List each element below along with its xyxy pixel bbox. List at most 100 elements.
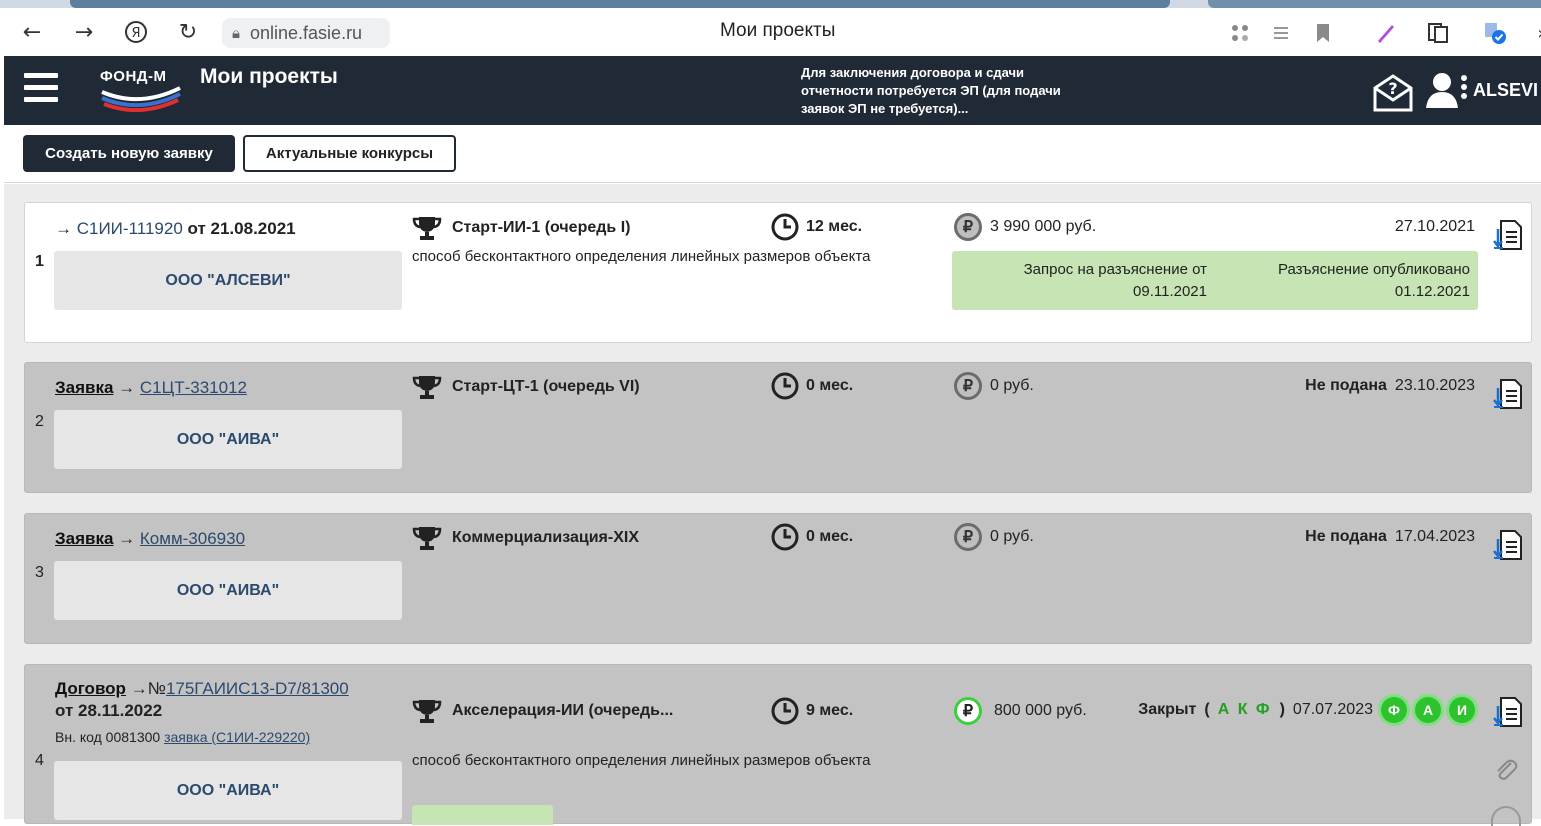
window-titlebar [0,0,1541,8]
reload-icon[interactable]: ↻ [172,16,204,48]
actual-contests-button[interactable]: Актуальные конкурсы [243,135,456,172]
organization-box[interactable]: ООО "АИВА" [54,561,402,620]
project-head: → С1ИИ-111920 от 21.08.2021 [55,219,296,239]
code-prefix: № [147,679,166,698]
clarification-request: Запрос на разъяснение от 09.11.2021 [1023,261,1207,300]
project-code-link[interactable]: 175ГАИИС13-D7/81300 [166,679,349,698]
browser-tab-strip[interactable] [70,0,1170,8]
project-code-link[interactable]: С1ИИ-111920 [77,219,183,238]
duration-value: 12 мес. [806,218,863,235]
project-status: Закрыт ( А К Ф ) 07.07.2023 Ф А И [1138,697,1475,723]
create-application-button[interactable]: Создать новую заявку [23,135,235,172]
contest: Старт-ЦТ-1 (очередь VI) [412,374,640,400]
help-mail-icon[interactable]: ? [1371,72,1415,112]
funding-amount: 0 руб. [990,528,1034,545]
internal-code: Вн. код 0081300 заявка (С1ИИ-229220) [55,729,310,745]
project-date: 23.10.2023 [1394,377,1475,394]
project-date: 27.10.2021 [1394,218,1475,235]
trophy-icon [412,217,442,240]
arrow: → [118,378,136,397]
status-label: Не подана [1305,528,1387,545]
trophy-icon [412,700,442,723]
clarification-box[interactable]: Запрос на разъяснение от 09.11.2021 Разъ… [952,251,1478,310]
project-card: 2 Заявка → С1ЦТ-331012 ООО "АИВА" Старт-… [24,362,1532,493]
organization-box[interactable]: ООО "АИВА" [54,410,402,469]
project-kind-link[interactable]: Заявка [55,378,113,397]
comment-icon[interactable] [1491,806,1521,826]
organization-box[interactable]: ООО "АИВА" [54,761,402,820]
lock-icon: 🔒︎ [232,24,240,42]
hamburger-menu-icon[interactable] [24,73,58,107]
clock-icon [771,523,799,551]
download-document-icon[interactable] [1493,219,1523,251]
collections-icon[interactable] [1425,20,1451,46]
badge-i[interactable]: И [1449,697,1475,723]
download-document-icon[interactable] [1493,378,1523,410]
project-code-link[interactable]: С1ЦТ-331012 [140,378,247,397]
project-status: Не подана 23.10.2023 [1305,377,1475,395]
user-name[interactable]: ALSEVI [1473,80,1538,101]
paperclip-icon[interactable] [1493,757,1519,783]
clock-icon [771,372,799,400]
arrow: → [55,219,72,238]
yandex-icon[interactable]: Я [120,16,152,48]
extensions-grid-icon[interactable] [1227,20,1253,46]
trophy-icon [412,376,442,399]
more-chevron-icon[interactable]: › [1528,20,1541,46]
project-head: Заявка → Комм-306930 [55,529,245,549]
badge-a[interactable]: А [1415,697,1441,723]
forward-arrow-icon[interactable]: → [68,16,100,48]
ep-notice[interactable]: Для заключения договора и сдачи отчетнос… [801,64,1071,118]
svg-text:?: ? [1388,79,1397,98]
translate-icon[interactable] [1482,20,1508,46]
project-description: способ бесконтактного определения линейн… [412,752,871,769]
status-letters: А К Ф [1217,701,1272,718]
download-document-icon[interactable] [1493,696,1523,728]
internal-code-label: Вн. код 0081300 [55,729,161,745]
back-arrow-icon[interactable]: ← [16,16,48,48]
logo-flag-icon [101,86,181,112]
project-kind-link[interactable]: Договор [55,679,126,698]
green-stage-bar[interactable] [412,805,553,825]
duration: 12 мес. [770,212,862,242]
project-card: 1 → С1ИИ-111920 от 21.08.2021 ООО "АЛСЕВ… [24,202,1532,343]
status-paren-close: ) [1279,701,1285,718]
status-label: Не подана [1305,377,1387,394]
action-bar: Создать новую заявку Актуальные конкурсы [4,125,1541,183]
project-status: 27.10.2021 [1395,218,1475,236]
site-header: ФОНД-М Мои проекты Для заключения догово… [4,56,1541,125]
address-bar[interactable]: 🔒︎ online.fasie.ru [222,18,390,48]
bookmark-icon[interactable] [1310,20,1336,46]
ruble-icon: ₽ [954,372,982,400]
contest-name: Акселерация-ИИ (очередь... [452,702,674,719]
funding: ₽ 0 руб. [954,372,1034,400]
project-status: Не подана 17.04.2023 [1305,528,1475,546]
arrow: → [118,529,136,548]
download-document-icon[interactable] [1493,529,1523,561]
browser-tab-strip-right[interactable] [1208,0,1541,8]
fond-logo[interactable]: ФОНД-М [100,68,184,112]
project-number: 2 [35,413,44,430]
internal-application-link[interactable]: заявка (С1ИИ-229220) [164,729,310,745]
project-kind-link[interactable]: Заявка [55,529,113,548]
organization-box[interactable]: ООО "АЛСЕВИ" [54,251,402,310]
contest-name: Старт-ИИ-1 (очередь I) [452,219,631,236]
badge-f[interactable]: Ф [1381,697,1407,723]
pen-icon[interactable] [1373,20,1399,46]
status-paren-open: ( [1204,701,1210,718]
user-menu-icon[interactable] [1424,70,1470,112]
duration-value: 0 мес. [806,377,854,394]
page-tab-title: Мои проекты [720,20,836,41]
funding-amount: 0 руб. [990,377,1034,394]
ruble-icon: ₽ [954,697,982,725]
reader-mode-icon[interactable] [1268,20,1294,46]
project-card: 3 Заявка → Комм-306930 ООО "АИВА" Коммер… [24,513,1532,644]
trophy-icon [412,527,442,550]
project-number: 4 [35,752,44,769]
duration: 9 мес. [770,696,853,726]
project-code-link[interactable]: Комм-306930 [140,529,245,548]
project-date: 07.07.2023 [1292,701,1373,718]
funding: ₽ 0 руб. [954,523,1034,551]
arrow: → [130,679,148,698]
browser-toolbar: ← → Я ↻ 🔒︎ online.fasie.ru Мои проекты › [0,8,1541,56]
